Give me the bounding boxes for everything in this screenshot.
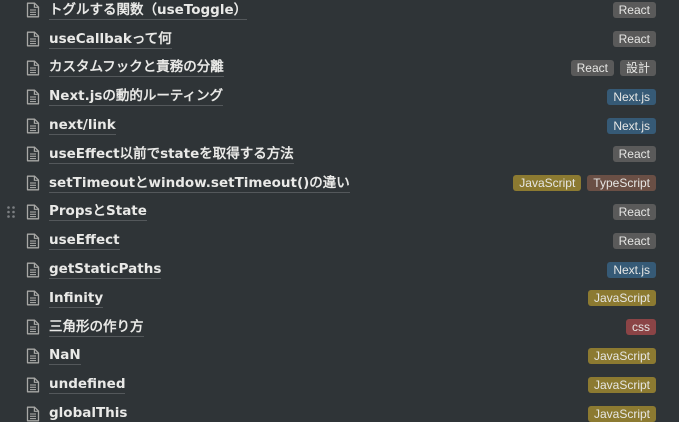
tag-badge: JavaScript <box>513 175 582 192</box>
page-icon <box>26 118 40 134</box>
page-title-link[interactable]: globalThis <box>49 404 127 422</box>
page-list: トグルする関数（useToggle） React useCallbakって何 Reac… <box>0 0 679 422</box>
page-title-link[interactable]: next/link <box>49 116 116 136</box>
tag-group: Next.js <box>607 117 656 134</box>
drag-handle-icon[interactable] <box>6 205 16 219</box>
tag-group: JavaScript <box>587 347 656 364</box>
tag-group: Next.js <box>607 261 656 278</box>
list-item[interactable]: トグルする関数（useToggle） React <box>0 0 679 25</box>
tag-group: JavaScript <box>587 376 656 393</box>
tag-badge: Next.js <box>607 261 656 278</box>
tag-badge: React <box>612 146 656 163</box>
tag-group: Next.js <box>607 88 656 105</box>
tag-group: React 設計 <box>570 59 656 76</box>
list-item[interactable]: undefined JavaScript <box>0 370 679 399</box>
tag-badge: JavaScript <box>587 290 656 307</box>
tag-badge: React <box>612 2 656 19</box>
tag-badge: Next.js <box>607 117 656 134</box>
tag-badge: React <box>612 31 656 48</box>
list-item[interactable]: 三角形の作り方 css <box>0 313 679 342</box>
tag-group: React <box>612 31 656 48</box>
tag-group: JavaScript <box>587 405 656 422</box>
tag-group: JavaScript TypeScript <box>513 175 656 192</box>
page-title-link[interactable]: Next.jsの動的ルーティング <box>49 87 224 107</box>
tag-badge: css <box>626 319 656 336</box>
page-icon <box>26 175 40 191</box>
page-title-link[interactable]: getStaticPaths <box>49 260 162 280</box>
list-item[interactable]: カスタムフックと責務の分離 React 設計 <box>0 54 679 83</box>
list-item[interactable]: Next.jsの動的ルーティング Next.js <box>0 82 679 111</box>
tag-group: React <box>612 203 656 220</box>
page-icon <box>26 290 40 306</box>
list-item[interactable]: globalThis JavaScript <box>0 399 679 422</box>
page-icon <box>26 233 40 249</box>
page-icon <box>26 31 40 47</box>
page-icon <box>26 60 40 76</box>
tag-group: React <box>612 232 656 249</box>
page-icon <box>26 146 40 162</box>
tag-badge: Next.js <box>607 88 656 105</box>
page-icon <box>26 2 40 18</box>
list-item[interactable]: setTimeoutとwindow.setTimeout()の違い JavaScr… <box>0 169 679 198</box>
tag-group: React <box>612 146 656 163</box>
page-title-link[interactable]: useEffect以前でstateを取得する方法 <box>49 145 294 164</box>
page-title-link[interactable]: カスタムフックと責務の分離 <box>49 58 224 78</box>
page-icon <box>26 89 40 105</box>
tag-badge: 設計 <box>619 59 656 76</box>
list-item[interactable]: useEffect以前でstateを取得する方法 React <box>0 140 679 169</box>
list-item[interactable]: Infinity JavaScript <box>0 284 679 313</box>
page-title-link[interactable]: setTimeoutとwindow.setTimeout()の違い <box>49 174 350 193</box>
page-icon <box>26 262 40 278</box>
page-title-link[interactable]: NaN <box>49 346 81 366</box>
list-item[interactable]: next/link Next.js <box>0 111 679 140</box>
tag-group: JavaScript <box>587 290 656 307</box>
page-icon <box>26 406 40 422</box>
page-title-link[interactable]: トグルする関数（useToggle） <box>49 1 248 20</box>
tag-badge: JavaScript <box>587 376 656 393</box>
page-icon <box>26 319 40 335</box>
tag-badge: React <box>612 203 656 220</box>
tag-group: css <box>626 319 656 336</box>
list-item[interactable]: getStaticPaths Next.js <box>0 255 679 284</box>
tag-badge: React <box>612 232 656 249</box>
page-title-link[interactable]: 三角形の作り方 <box>49 318 144 337</box>
list-item[interactable]: useCallbakって何 React <box>0 25 679 54</box>
page-title-link[interactable]: useEffect <box>49 231 120 251</box>
page-icon <box>26 377 40 393</box>
page-icon <box>26 204 40 220</box>
list-item[interactable]: useEffect React <box>0 226 679 255</box>
page-title-link[interactable]: PropsとState <box>49 202 147 222</box>
page-icon <box>26 348 40 364</box>
tag-badge: JavaScript <box>587 405 656 422</box>
list-item[interactable]: PropsとState React <box>0 198 679 227</box>
tag-badge: React <box>570 59 614 76</box>
tag-badge: TypeScript <box>587 175 656 192</box>
page-title-link[interactable]: undefined <box>49 375 126 395</box>
list-item[interactable]: NaN JavaScript <box>0 342 679 371</box>
tag-badge: JavaScript <box>587 347 656 364</box>
page-title-link[interactable]: useCallbakって何 <box>49 30 172 49</box>
page-title-link[interactable]: Infinity <box>49 289 104 308</box>
tag-group: React <box>612 2 656 19</box>
